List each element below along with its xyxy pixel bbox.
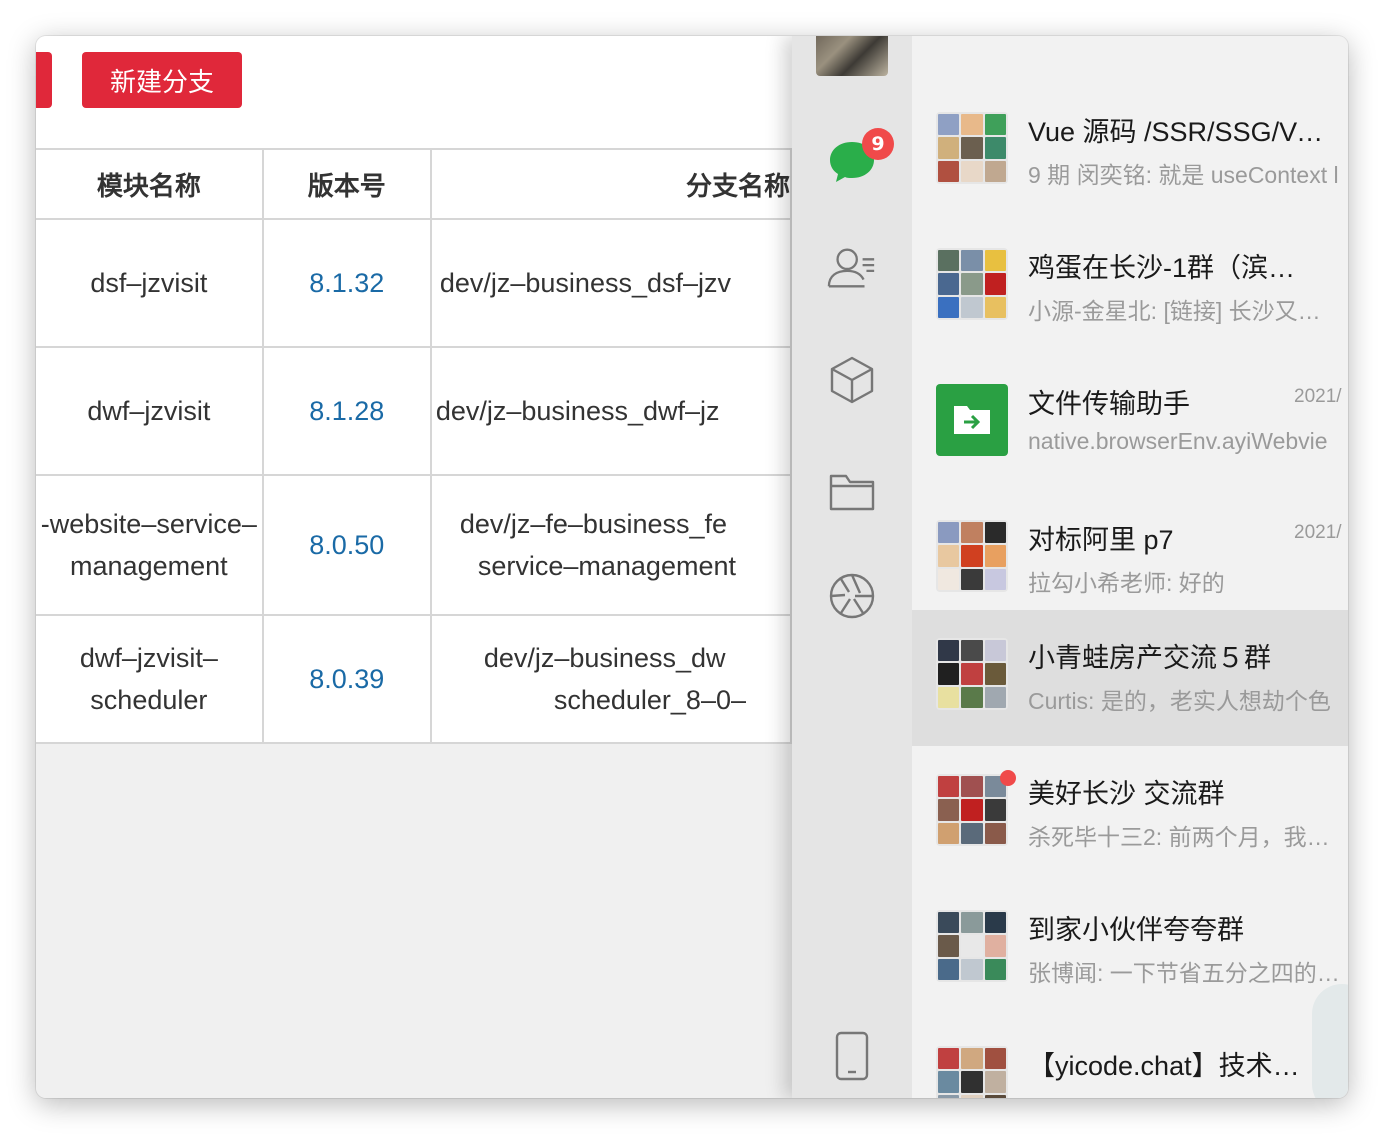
toolbar-button-partial[interactable] — [36, 52, 52, 108]
chat-last-message: 拉勾小希老师: 好的 — [1028, 570, 1225, 596]
column-header-branch: 分支名称 — [429, 148, 792, 220]
table-row[interactable]: dwf–jzvisit 8.1.28 dev/jz–business_dwf–j… — [36, 346, 792, 476]
chat-last-message: Curtis: 是的，老实人想劫个色 — [1028, 688, 1331, 714]
chat-item[interactable]: 文件传输助手 2021/ native.browserEnv.ayiWebvie — [912, 356, 1348, 492]
chat-last-message: 张博闻: 一下节省五分之四的… — [1028, 960, 1340, 986]
table-header-row: 模块名称 版本号 分支名称 — [36, 148, 792, 220]
web-content-panel: 新建分支 模块名称 版本号 分支名称 dsf–jzvisit 8.1.32 de… — [36, 36, 792, 1098]
chat-list: Vue 源码 /SSR/SSG/Vu… 9 期 闵奕铭: 就是 useConte… — [912, 36, 1348, 1098]
chat-name: 美好长沙 交流群 — [1028, 779, 1225, 809]
my-avatar[interactable] — [816, 36, 888, 76]
group-avatar — [936, 112, 1008, 184]
table-row[interactable]: dwf–jzvisit– scheduler 8.0.39 dev/jz–bus… — [36, 614, 792, 744]
module-line-1: -website–service– — [40, 509, 257, 539]
branch-cell: dev/jz–business_dsf–jzv — [429, 218, 792, 348]
chat-last-message: native.browserEnv.ayiWebvie — [1028, 428, 1328, 454]
module-cell: dwf–jzvisit — [36, 346, 264, 476]
chat-name: 【yicode.chat】技术… — [1028, 1051, 1300, 1081]
branch-cell: dev/jz–business_dwf–jz — [429, 346, 792, 476]
folder-arrow-icon — [954, 406, 990, 434]
folder-icon[interactable] — [826, 466, 878, 518]
chat-time: 2021/ — [1294, 522, 1342, 543]
app-window: 新建分支 模块名称 版本号 分支名称 dsf–jzvisit 8.1.32 de… — [36, 36, 1348, 1098]
contacts-icon[interactable] — [826, 242, 878, 294]
module-line-1: dwf–jzvisit– — [79, 643, 218, 673]
group-avatar — [936, 910, 1008, 982]
wechat-nav-rail: 9 — [792, 36, 912, 1098]
column-header-branch-label: 分支名称 — [685, 170, 790, 201]
group-avatar — [936, 520, 1008, 592]
chat-item-selected[interactable]: 小青蛙房产交流５群 Curtis: 是的，老实人想劫个色 — [912, 610, 1348, 746]
branch-text: dev/jz–business_dwf–jz — [435, 396, 720, 426]
chat-name: Vue 源码 /SSR/SSG/Vu… — [1028, 117, 1328, 147]
group-avatar — [936, 774, 1008, 846]
version-link[interactable]: 8.1.28 — [261, 346, 432, 476]
chat-last-message: 小源-金星北: [链接] 长沙又… — [1028, 298, 1321, 324]
unread-dot — [1000, 770, 1016, 786]
chat-name: 对标阿里 p7 — [1028, 525, 1174, 555]
page-toolbar: 新建分支 — [36, 36, 792, 148]
chat-name: 文件传输助手 — [1028, 389, 1190, 419]
branch-table: 模块名称 版本号 分支名称 dsf–jzvisit 8.1.32 dev/jz–… — [36, 148, 792, 744]
version-link[interactable]: 8.0.50 — [261, 474, 432, 616]
chat-last-message: 9 期 闵奕铭: 就是 useContext l — [1028, 162, 1339, 188]
group-avatar — [936, 248, 1008, 320]
chat-time: 2021/ — [1294, 386, 1342, 407]
version-link[interactable]: 8.0.39 — [261, 614, 432, 744]
chat-item[interactable]: 【yicode.chat】技术… — [912, 1018, 1348, 1098]
branch-line-2: service–management — [477, 551, 736, 581]
branch-text: dev/jz–business_dsf–jzv — [439, 268, 732, 298]
chat-item[interactable]: Vue 源码 /SSR/SSG/Vu… 9 期 闵奕铭: 就是 useConte… — [912, 84, 1348, 220]
moments-aperture-icon[interactable] — [826, 570, 878, 622]
group-avatar — [936, 638, 1008, 710]
mini-programs-cube-icon[interactable] — [826, 354, 878, 406]
chat-name: 小青蛙房产交流５群 — [1028, 643, 1271, 673]
module-cell: -website–service– management — [36, 474, 264, 616]
branch-line-2: scheduler_8–0– — [553, 685, 746, 715]
chat-last-message: 杀死毕十三2: 前两个月，我… — [1028, 824, 1330, 850]
chat-name: 到家小伙伴夸夸群 — [1028, 915, 1244, 945]
branch-line-1: dev/jz–business_dw — [483, 643, 726, 673]
table-row[interactable]: -website–service– management 8.0.50 dev/… — [36, 474, 792, 616]
chat-item[interactable]: 对标阿里 p7 2021/ 拉勾小希老师: 好的 — [912, 492, 1348, 628]
version-link[interactable]: 8.1.32 — [261, 218, 432, 348]
phone-icon[interactable] — [826, 1030, 878, 1082]
column-header-module: 模块名称 — [36, 148, 264, 220]
chat-name: 鸡蛋在长沙-1群（滨… — [1028, 253, 1296, 283]
branch-cell: dev/jz–fe–business_fe service–management — [429, 474, 792, 616]
column-header-version: 版本号 — [261, 148, 432, 220]
module-cell: dwf–jzvisit– scheduler — [36, 614, 264, 744]
chat-item[interactable]: 到家小伙伴夸夸群 张博闻: 一下节省五分之四的… — [912, 882, 1348, 1018]
chat-item[interactable]: 鸡蛋在长沙-1群（滨… 小源-金星北: [链接] 长沙又… — [912, 220, 1348, 356]
branch-line-1: dev/jz–fe–business_fe — [459, 509, 728, 539]
group-avatar — [936, 1046, 1008, 1098]
file-transfer-avatar — [936, 384, 1008, 456]
new-branch-button[interactable]: 新建分支 — [82, 52, 242, 108]
scroll-overlay — [1312, 984, 1348, 1098]
module-line-2: management — [70, 551, 228, 581]
table-row[interactable]: dsf–jzvisit 8.1.32 dev/jz–business_dsf–j… — [36, 218, 792, 348]
module-cell: dsf–jzvisit — [36, 218, 264, 348]
chat-item[interactable]: 美好长沙 交流群 杀死毕十三2: 前两个月，我… — [912, 746, 1348, 882]
branch-cell: dev/jz–business_dw scheduler_8–0– — [429, 614, 792, 744]
unread-badge: 9 — [862, 128, 894, 160]
module-line-2: scheduler — [90, 685, 208, 715]
